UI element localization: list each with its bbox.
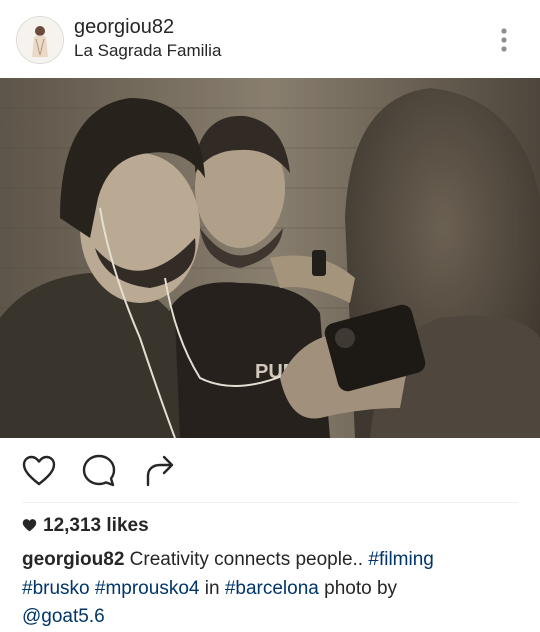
likes-count[interactable]: 12,313 likes [22, 515, 149, 537]
like-heart-icon[interactable] [20, 452, 58, 490]
heart-filled-icon [22, 519, 37, 532]
hashtag-brusko[interactable]: #brusko [22, 578, 90, 599]
avatar[interactable] [16, 16, 64, 64]
hashtag-filming[interactable]: #filming [368, 549, 433, 570]
comment-bubble-icon[interactable] [80, 452, 118, 490]
hashtag-mprousko4[interactable]: #mprousko4 [95, 578, 200, 599]
caption-text: Creativity connects people.. [124, 549, 369, 570]
avatar-image [17, 17, 63, 63]
caption-username[interactable]: georgiou82 [22, 549, 124, 570]
post-location[interactable]: La Sagrada Familia [74, 41, 221, 61]
caption-text-photo-by: photo by [318, 577, 398, 599]
hashtag-barcelona[interactable]: #barcelona [225, 578, 319, 599]
action-bar [0, 438, 540, 502]
post-photo[interactable]: PUMA [0, 78, 540, 438]
post-header: georgiou82 La Sagrada Familia [0, 0, 540, 78]
caption-text-in: in [199, 577, 225, 599]
divider [22, 502, 518, 503]
caption: georgiou82 Creativity connects people.. … [22, 546, 522, 632]
more-options-icon[interactable] [494, 24, 514, 56]
share-arrow-icon[interactable] [140, 452, 178, 490]
post-username[interactable]: georgiou82 [74, 16, 174, 39]
likes-label: 12,313 likes [43, 515, 149, 536]
mention-goat[interactable]: @goat5.6 [22, 606, 105, 627]
